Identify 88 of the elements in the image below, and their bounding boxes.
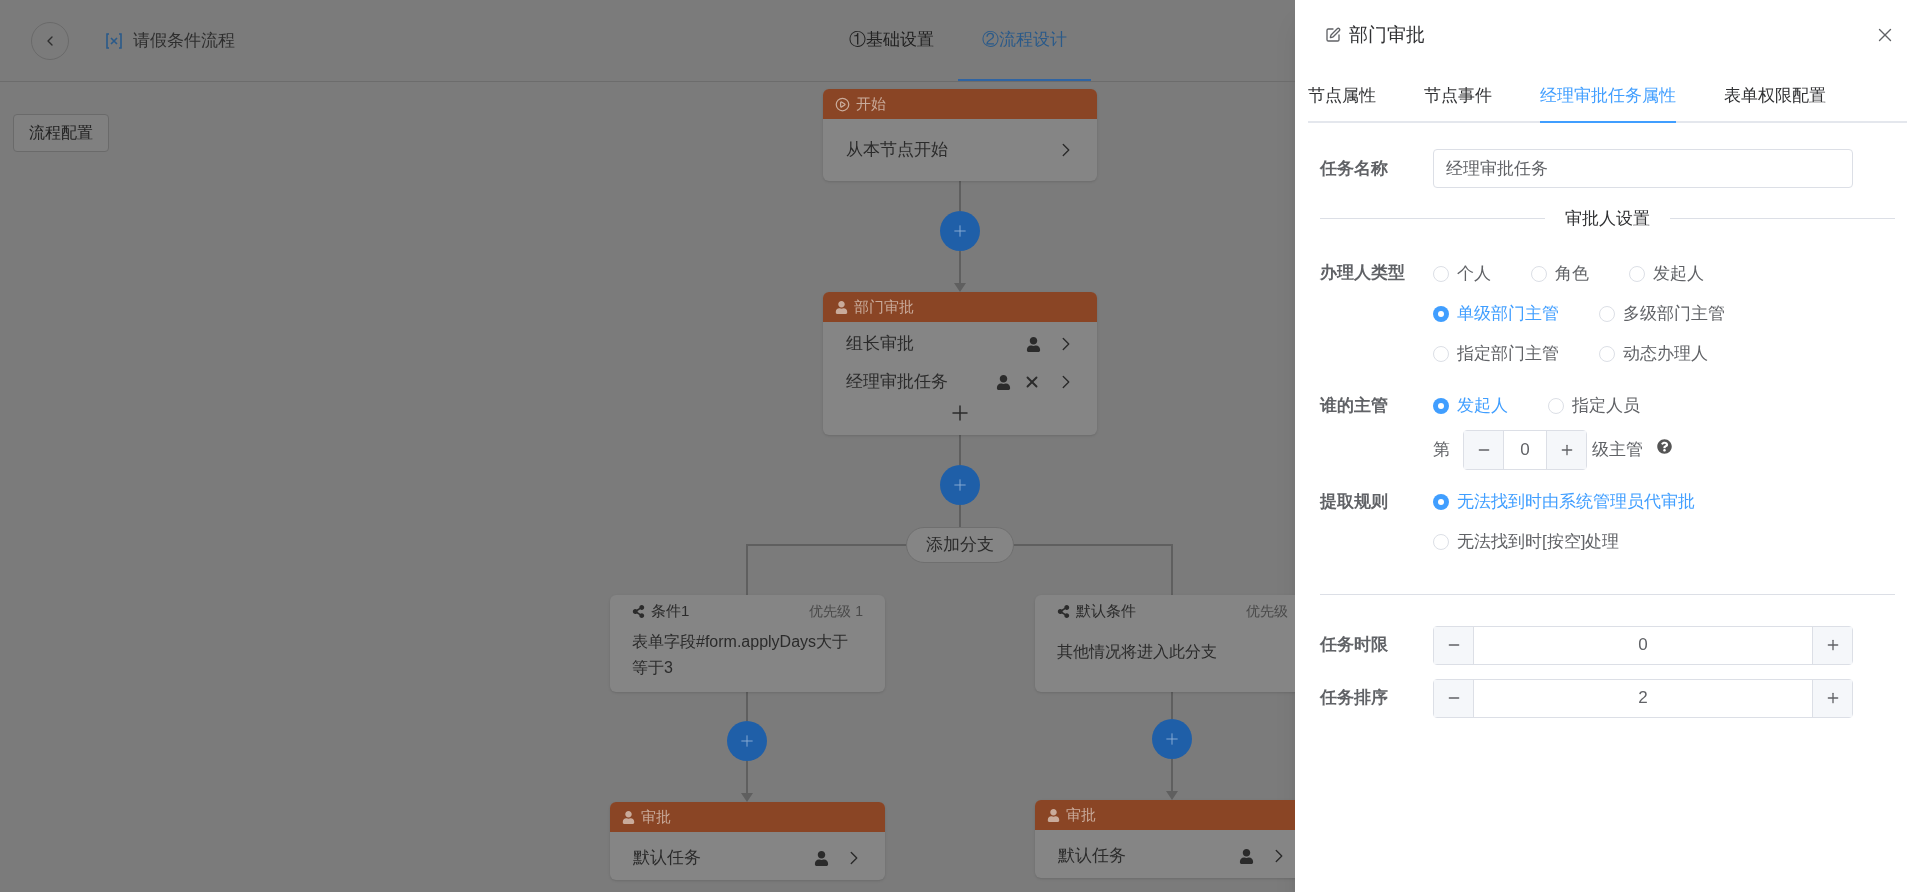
stepper-value: 0 (1519, 438, 1531, 461)
drawer-tab[interactable]: 节点属性 (1308, 70, 1376, 123)
connector-arrow (954, 250, 966, 292)
node-label: 从本节点开始 (846, 139, 949, 162)
stepper-value: 2 (1637, 687, 1649, 710)
task-label: 默认任务 (1058, 845, 1127, 868)
edit-icon (1325, 27, 1341, 43)
flow-config-button[interactable]: 流程配置 (13, 114, 109, 152)
plus-icon (738, 732, 756, 750)
approval-node[interactable]: 审批 默认任务 (1035, 800, 1295, 878)
condition-name: 条件1 (651, 600, 691, 621)
page-title: 请假条件流程 (133, 29, 235, 52)
level-stepper[interactable]: 0 (1463, 429, 1587, 470)
plus-icon (1163, 730, 1181, 748)
node-title: 部门审批 (854, 296, 914, 317)
condition-name: 默认条件 (1076, 600, 1137, 621)
level-prefix: 第 (1433, 438, 1450, 461)
step-tab[interactable]: ①基础设置 (825, 0, 958, 81)
radio-button[interactable] (1433, 305, 1449, 322)
flow-icon (105, 31, 123, 50)
radio-button[interactable] (1433, 493, 1449, 510)
field-label: 提取规则 (1320, 490, 1389, 513)
radio-button[interactable] (1599, 305, 1615, 322)
level-suffix: 级主管 (1592, 438, 1643, 461)
condition-node[interactable]: 默认条件 优先级 其他情况将进入此分支 (1035, 595, 1295, 692)
task-name-input[interactable]: 经理审批任务 (1433, 149, 1853, 188)
radio-button[interactable] (1433, 345, 1449, 362)
node-title: 开始 (856, 93, 886, 114)
radio-button[interactable] (1433, 533, 1449, 550)
radio-option[interactable]: 指定人员 (1548, 392, 1640, 419)
radio-button[interactable] (1599, 345, 1615, 362)
share-icon (632, 604, 645, 618)
connector-arrow (1166, 758, 1178, 800)
approval-node[interactable]: 部门审批 组长审批 经理审批任务 (823, 292, 1097, 435)
condition-text: 其他情况将进入此分支 (1057, 642, 1218, 662)
field-label: 任务排序 (1320, 687, 1389, 710)
radio-button[interactable] (1433, 265, 1449, 282)
radio-option[interactable]: 指定部门主管 (1433, 340, 1559, 367)
condition-node[interactable]: 条件1 优先级 1 表单字段#form.applyDays大于等于3 (610, 595, 885, 692)
task-label: 经理审批任务 (846, 371, 949, 394)
task-label: 组长审批 (846, 333, 915, 356)
add-node-button[interactable] (1152, 719, 1192, 759)
priority-label: 优先级 (1246, 601, 1288, 621)
add-node-button[interactable] (940, 211, 980, 251)
start-node[interactable]: 开始 从本节点开始 (823, 89, 1097, 181)
add-node-button[interactable] (940, 465, 980, 505)
add-branch-button[interactable]: 添加分支 (906, 527, 1014, 563)
person-icon[interactable] (814, 850, 829, 866)
node-title: 审批 (1066, 804, 1096, 825)
person-icon[interactable] (1239, 848, 1254, 864)
plus-icon (951, 222, 969, 240)
person-icon (1047, 808, 1060, 822)
stepper-value: 0 (1637, 634, 1649, 657)
person-icon[interactable] (1026, 336, 1041, 352)
condition-text: 表单字段#form.applyDays大于等于3 (632, 632, 850, 678)
plus-icon (951, 476, 969, 494)
person-icon (622, 810, 635, 824)
field-label: 办理人类型 (1320, 261, 1406, 284)
play-icon (835, 96, 850, 112)
radio-option[interactable]: 无法找到时[按空]处理 (1433, 528, 1620, 555)
drawer-tab[interactable]: 节点事件 (1424, 70, 1492, 123)
share-icon (1057, 604, 1070, 618)
radio-option[interactable]: 多级部门主管 (1599, 300, 1725, 327)
section-title: 审批人设置 (1564, 208, 1651, 230)
connector-arrow (741, 760, 753, 802)
node-title: 审批 (641, 806, 671, 827)
radio-option[interactable]: 角色 (1531, 260, 1589, 287)
radio-option[interactable]: 动态办理人 (1599, 340, 1708, 367)
add-node-button[interactable] (727, 721, 767, 761)
number-stepper[interactable]: 2 (1433, 678, 1853, 718)
drawer-title: 部门审批 (1349, 22, 1426, 47)
approval-node[interactable]: 审批 默认任务 (610, 802, 885, 880)
radio-button[interactable] (1433, 397, 1449, 414)
drawer-tab[interactable]: 表单权限配置 (1724, 70, 1826, 123)
person-icon[interactable] (996, 374, 1011, 390)
field-label: 任务名称 (1320, 157, 1389, 180)
person-icon (835, 300, 848, 314)
radio-button[interactable] (1548, 397, 1564, 414)
priority-label: 优先级 1 (809, 601, 863, 621)
radio-button[interactable] (1531, 265, 1547, 282)
radio-option[interactable]: 发起人 (1629, 260, 1704, 287)
task-label: 默认任务 (633, 847, 702, 870)
radio-option[interactable]: 个人 (1433, 260, 1491, 287)
number-stepper[interactable]: 0 (1433, 625, 1853, 665)
help-icon[interactable] (1657, 439, 1672, 454)
field-label: 任务时限 (1320, 634, 1389, 657)
field-label: 谁的主管 (1320, 394, 1389, 417)
radio-button[interactable] (1629, 265, 1645, 282)
